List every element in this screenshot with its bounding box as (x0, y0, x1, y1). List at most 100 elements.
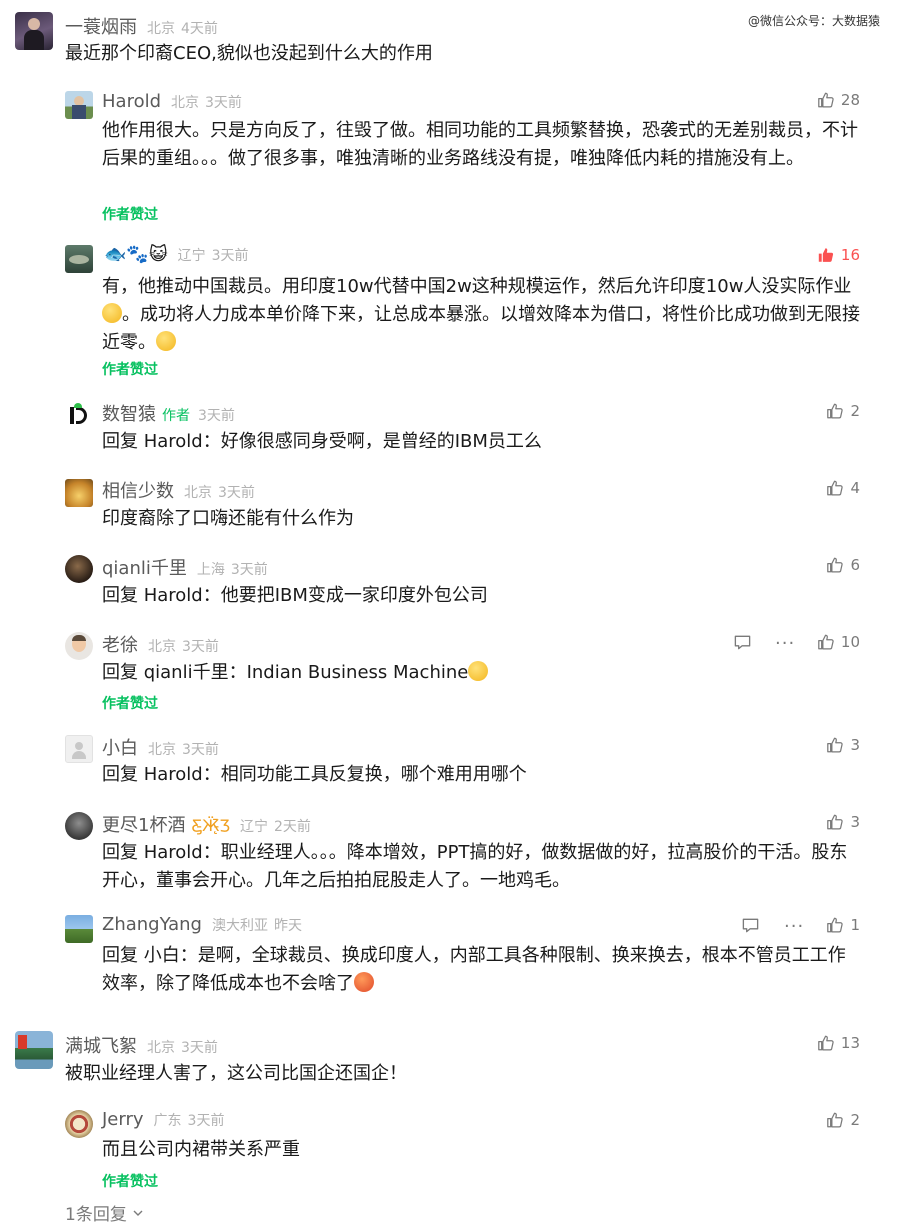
chevron-down-icon (133, 1210, 143, 1216)
meta-info: 北京 3天前 (171, 95, 242, 111)
comment-bubble-icon (733, 633, 752, 652)
more-options-icon[interactable]: ··· (775, 633, 795, 654)
avatar[interactable] (65, 632, 93, 660)
nickname[interactable]: 更尽1杯酒 (102, 811, 185, 837)
meta-info: 北京 3天前 (184, 485, 255, 501)
avatar[interactable] (65, 1110, 93, 1138)
thumb-up-icon (826, 916, 844, 934)
meta-info: 辽宁 3天前 (177, 248, 249, 264)
thumb-up-icon (826, 1111, 844, 1129)
author-liked-badge: 作者赞过 (102, 362, 158, 378)
reply-button[interactable] (733, 633, 752, 652)
reply-text: 而且公司内裙带关系严重 (102, 1139, 300, 1160)
reply-text: 回复 小白：是啊，全球裁员、换成印度人，内部工具各种限制、换来换去，根本不管员工… (102, 945, 846, 994)
meta-info: 北京 4天前 (147, 21, 218, 37)
like-count: 2 (850, 1111, 860, 1129)
like-count: 1 (850, 916, 860, 934)
avatar[interactable] (65, 91, 93, 119)
nickname[interactable]: 一蓑烟雨 (65, 13, 137, 39)
thumb-up-icon (826, 556, 844, 574)
nickname[interactable]: 小白 (102, 734, 138, 760)
avatar[interactable] (65, 245, 93, 273)
expand-replies-link[interactable]: 1条回复 (65, 1200, 145, 1225)
reply-button[interactable] (741, 916, 760, 935)
like-count: 2 (850, 402, 860, 420)
meta-info: 澳大利亚 昨天 (211, 918, 302, 934)
reply-text: 有，他推动中国裁员。用印度10w代替中国2w这种规模运作，然后允许印度10w人没… (102, 276, 860, 353)
avatar[interactable] (65, 915, 93, 943)
reply-text: 他作用很大。只是方向反了，往毁了做。相同功能的工具频繁替换，恐袭式的无差别裁员，… (102, 120, 858, 169)
author-liked-badge: 作者赞过 (102, 207, 158, 223)
meta-info: 上海 3天前 (196, 562, 268, 578)
avatar[interactable] (15, 1031, 53, 1069)
expand-replies-label: 1条回复 (65, 1205, 127, 1225)
comment-bubble-icon (741, 916, 760, 935)
nickname[interactable]: 老徐 (102, 631, 138, 657)
nickname[interactable]: qianli千里 (102, 554, 187, 580)
like-button[interactable]: 10 (817, 633, 860, 651)
grin-emoji-icon (468, 661, 489, 681)
thumb-up-icon (817, 633, 835, 651)
nickname[interactable]: 满城飞絮 (65, 1032, 137, 1058)
thumb-up-icon (826, 736, 844, 754)
meta-info: 北京 3天前 (148, 639, 219, 655)
like-button[interactable]: 28 (817, 91, 860, 109)
nickname[interactable]: 🐟🐾😺 (104, 244, 168, 265)
like-button[interactable]: 16 (817, 246, 860, 264)
author-liked-badge: 作者赞过 (102, 696, 158, 712)
avatar[interactable] (65, 479, 93, 507)
like-count: 3 (850, 813, 860, 831)
reply-text: 印度裔除了口嗨还能有什么作为 (102, 508, 354, 529)
like-count: 4 (850, 479, 860, 497)
grin-emoji-icon (156, 331, 176, 351)
like-count: 6 (850, 556, 860, 574)
thumb-up-icon (826, 479, 844, 497)
meta-info: 辽宁 2天前 (240, 819, 311, 835)
author-liked-badge: 作者赞过 (102, 1174, 158, 1190)
comment-text: 最近那个印裔CEO,貌似也没起到什么大的作用 (65, 43, 433, 64)
reply-text: 回复 Harold：好像很感同身受啊，是曾经的IBM员工么 (102, 431, 542, 452)
like-button[interactable]: 6 (826, 556, 860, 574)
smile-emoji-icon (102, 303, 122, 323)
like-button[interactable]: 3 (826, 736, 860, 754)
watermark: @微信公众号：大数据猿 (747, 14, 880, 28)
reply-text: 回复 Harold：他要把IBM变成一家印度外包公司 (102, 585, 488, 606)
thumb-up-icon (826, 402, 844, 420)
thumb-up-icon (817, 1034, 835, 1052)
nickname[interactable]: 相信少数 (102, 477, 174, 503)
like-count: 13 (840, 1034, 860, 1052)
like-count: 3 (850, 736, 860, 754)
avatar[interactable] (65, 812, 93, 840)
like-button[interactable]: 2 (826, 402, 860, 420)
like-button[interactable]: 3 (826, 813, 860, 831)
meta-info: 3天前 (198, 408, 235, 424)
meta-info: 北京 3天前 (147, 1040, 218, 1056)
meta-info: 广东 3天前 (153, 1113, 225, 1129)
nickname[interactable]: Jerry (102, 1109, 144, 1130)
comment-text: 被职业经理人害了，这公司比国企还国企！ (65, 1063, 407, 1084)
angry-emoji-icon (354, 972, 374, 992)
like-button[interactable]: 2 (826, 1111, 860, 1129)
author-tag: 作者 (162, 408, 190, 424)
like-button[interactable]: 13 (817, 1034, 860, 1052)
thumb-up-filled-icon (817, 246, 835, 264)
like-count: 16 (840, 246, 860, 264)
thumb-up-icon (826, 813, 844, 831)
nickname[interactable]: 数智猿 (102, 400, 156, 426)
reply-text: 回复 Harold：相同功能工具反复换，哪个难用用哪个 (102, 764, 527, 785)
thumb-up-icon (817, 91, 835, 109)
butterfly-icon: Ƹ̵̡Ӝ̵̨̄Ʒ (191, 816, 230, 835)
nickname[interactable]: ZhangYang (102, 914, 202, 935)
avatar[interactable] (65, 401, 93, 429)
meta-info: 北京 3天前 (148, 742, 219, 758)
more-options-icon[interactable]: ··· (784, 916, 804, 937)
avatar[interactable] (15, 12, 53, 50)
avatar[interactable] (65, 735, 93, 763)
like-count: 10 (840, 633, 860, 651)
like-count: 28 (840, 91, 860, 109)
like-button[interactable]: 4 (826, 479, 860, 497)
like-button[interactable]: 1 (826, 916, 860, 934)
nickname[interactable]: Harold (102, 91, 161, 112)
reply-text: 回复 qianli千里：Indian Business Machine (102, 659, 862, 687)
avatar[interactable] (65, 555, 93, 583)
